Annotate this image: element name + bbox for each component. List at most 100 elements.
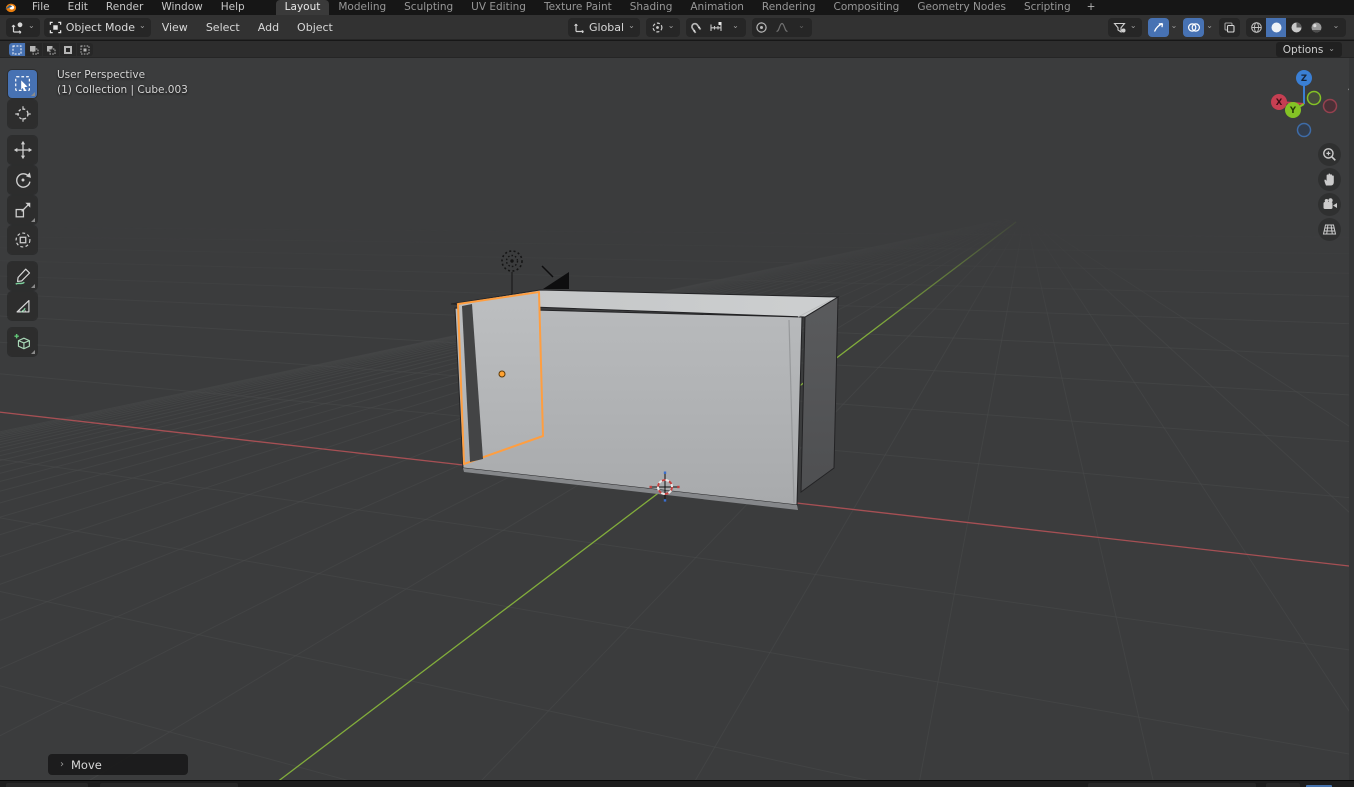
viewport-3d[interactable]: Z X Y User Perspective (1) Collection | … <box>0 58 1354 780</box>
snap-toggle[interactable] <box>686 18 706 37</box>
show-overlays-toggle[interactable] <box>1183 18 1204 37</box>
gizmo-axis-neg-y[interactable] <box>1308 92 1321 105</box>
viewport-pan-button[interactable] <box>1318 168 1341 191</box>
snap-target-selector[interactable] <box>706 18 726 37</box>
viewport-zoom-button[interactable] <box>1318 143 1341 166</box>
expand-chevron-icon: › <box>60 759 64 770</box>
add-cube-icon <box>13 332 33 352</box>
overlays-dropdown-chevron-icon[interactable]: ⌄ <box>1206 22 1213 30</box>
options-dropdown[interactable]: Options ⌄ <box>1276 42 1342 57</box>
visibility-filter-icon <box>1113 21 1126 34</box>
transform-tool-icon <box>13 230 33 250</box>
select-mode-set-button[interactable] <box>9 43 25 56</box>
workspace-tab-scripting[interactable]: Scripting <box>1015 0 1080 15</box>
workspace-tab-texture-paint[interactable]: Texture Paint <box>535 0 621 15</box>
viewport-header: ⌄ Object Mode ⌄ View Select Add Object <box>0 15 1354 40</box>
shading-dropdown[interactable]: ⌄ <box>1326 18 1346 37</box>
select-mode-extend-button[interactable] <box>26 43 42 56</box>
select-mode-subtract-button[interactable] <box>43 43 59 56</box>
menu-window[interactable]: Window <box>152 0 211 15</box>
magnifier-zoom-icon <box>1322 147 1337 162</box>
shading-rendered-button[interactable] <box>1306 18 1326 37</box>
viewport-menu-select[interactable]: Select <box>199 21 247 34</box>
gizmo-axis-neg-z[interactable] <box>1298 124 1311 137</box>
falloff-dropdown[interactable]: ⌄ <box>792 18 812 37</box>
tool-annotate[interactable] <box>8 262 37 290</box>
orientation-axes-icon <box>573 21 585 33</box>
workspace-tab-shading[interactable]: Shading <box>621 0 682 15</box>
view-perspective-label: User Perspective <box>57 69 145 81</box>
tool-measure[interactable] <box>8 292 37 320</box>
select-mode-invert-button[interactable] <box>60 43 76 56</box>
chevron-down-icon: ⌄ <box>139 22 146 30</box>
menu-edit[interactable]: Edit <box>59 0 97 15</box>
proportional-falloff-selector[interactable] <box>772 18 792 37</box>
mode-selector[interactable]: Object Mode ⌄ <box>44 18 151 37</box>
xray-toggle[interactable] <box>1219 18 1240 37</box>
menu-file[interactable]: File <box>23 0 59 15</box>
tool-add-cube[interactable] <box>8 328 37 356</box>
pivot-point-selector[interactable]: ⌄ <box>646 18 680 37</box>
snap-dropdown[interactable]: ⌄ <box>726 18 746 37</box>
navigation-gizmo: Z X Y <box>1271 70 1337 137</box>
shading-solid-button[interactable] <box>1266 18 1286 37</box>
viewport-right-edge <box>1349 58 1354 780</box>
tool-move[interactable] <box>8 136 37 164</box>
statusbar-segment <box>6 783 88 787</box>
viewport-menu-view[interactable]: View <box>155 21 195 34</box>
scene-canvas: Z X Y <box>0 58 1354 780</box>
tool-submenu-corner <box>31 350 35 354</box>
select-set-icon <box>12 45 22 55</box>
proportional-edit-toggle[interactable] <box>752 18 772 37</box>
viewport-ortho-toggle-button[interactable] <box>1318 218 1341 241</box>
gizmo-z-label: Z <box>1301 74 1307 84</box>
viewport-menu-add[interactable]: Add <box>251 21 286 34</box>
menu-help[interactable]: Help <box>212 0 254 15</box>
workspace-tab-rendering[interactable]: Rendering <box>753 0 825 15</box>
operator-panel-move[interactable]: › Move <box>48 754 188 775</box>
viewport-camera-button[interactable] <box>1318 193 1341 216</box>
editor-type-selector[interactable]: ⌄ <box>6 18 40 37</box>
rotate-tool-icon <box>13 170 33 190</box>
orientation-label: Global <box>589 21 624 34</box>
tool-select-box[interactable] <box>8 70 37 98</box>
selected-door-object[interactable] <box>458 292 543 464</box>
viewport-menu-object[interactable]: Object <box>290 21 340 34</box>
workspace-tab-uv-editing[interactable]: UV Editing <box>462 0 535 15</box>
magnet-icon <box>686 18 704 36</box>
gizmo-x-label: X <box>1276 98 1283 108</box>
select-invert-icon <box>63 45 73 55</box>
object-origin-dot <box>499 371 505 377</box>
snap-increment-icon <box>709 21 723 34</box>
workspace-tab-geometry-nodes[interactable]: Geometry Nodes <box>908 0 1015 15</box>
gizmo-axis-neg-x[interactable] <box>1324 100 1337 113</box>
add-workspace-button[interactable]: + <box>1080 0 1103 15</box>
tool-submenu-corner <box>31 218 35 222</box>
tool-settings-bar: Options ⌄ <box>0 41 1354 58</box>
solid-sphere-icon <box>1270 21 1283 34</box>
camera-object[interactable] <box>542 266 569 289</box>
workspace-tab-layout[interactable]: Layout <box>276 0 330 15</box>
xray-icon <box>1223 21 1236 34</box>
workspace-tab-sculpting[interactable]: Sculpting <box>395 0 462 15</box>
show-gizmo-toggle[interactable] <box>1148 18 1169 37</box>
perspective-grid-icon <box>1322 222 1337 237</box>
scale-tool-icon <box>13 200 33 220</box>
workspace-tab-animation[interactable]: Animation <box>681 0 753 15</box>
select-mode-intersect-button[interactable] <box>77 43 93 56</box>
gizmo-dropdown-chevron-icon[interactable]: ⌄ <box>1171 22 1178 30</box>
tool-cursor[interactable] <box>8 100 37 128</box>
object-type-visibility[interactable]: ⌄ <box>1108 18 1142 37</box>
transform-orientation-selector[interactable]: Global ⌄ <box>568 18 640 37</box>
blender-logo-icon[interactable] <box>4 1 17 14</box>
tool-submenu-corner <box>31 92 35 96</box>
tool-rotate[interactable] <box>8 166 37 194</box>
shading-material-button[interactable] <box>1286 18 1306 37</box>
workspace-tab-modeling[interactable]: Modeling <box>329 0 395 15</box>
hand-pan-icon <box>1322 172 1337 187</box>
menu-render[interactable]: Render <box>97 0 152 15</box>
shading-wireframe-button[interactable] <box>1246 18 1266 37</box>
workspace-tab-compositing[interactable]: Compositing <box>825 0 909 15</box>
tool-scale[interactable] <box>8 196 37 224</box>
tool-transform[interactable] <box>8 226 37 254</box>
